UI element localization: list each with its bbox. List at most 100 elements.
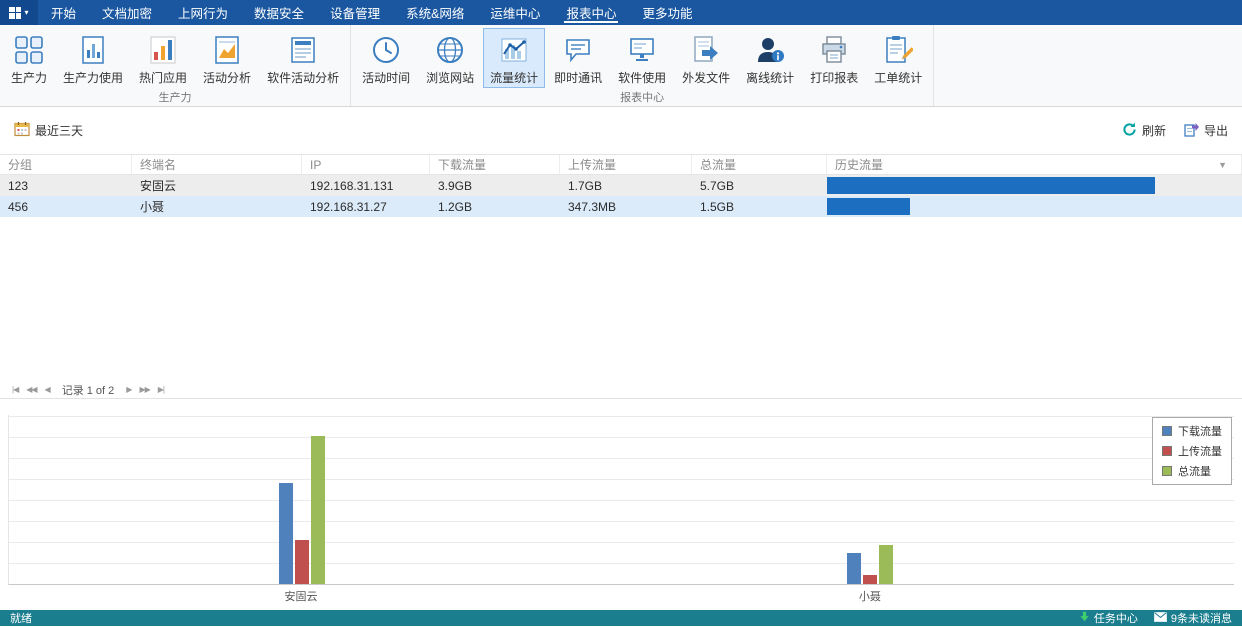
mail-icon	[1154, 612, 1167, 625]
column-header-total[interactable]: 总流量	[692, 155, 827, 174]
date-range-button[interactable]: 最近三天	[14, 121, 83, 140]
legend-label: 总流量	[1178, 463, 1211, 479]
column-menu-button[interactable]: ▼	[1212, 160, 1233, 170]
download-arrow-icon	[1079, 611, 1090, 625]
ribbon-item-offline-statistics[interactable]: 离线统计	[739, 28, 801, 88]
ribbon-item-ticket-statistics[interactable]: 工单统计	[867, 28, 929, 88]
chevron-down-icon: ▾	[24, 9, 28, 17]
activity-analysis-icon	[210, 33, 244, 67]
cell-upload: 347.3MB	[560, 200, 692, 214]
filter-toolbar: 最近三天 刷新 导出	[0, 107, 1242, 154]
refresh-icon	[1122, 122, 1137, 140]
ribbon-item-hot-apps[interactable]: 热门应用	[132, 28, 194, 88]
chart-bar	[879, 545, 893, 584]
history-bar	[827, 177, 1155, 194]
menu-item-device-management[interactable]: 设备管理	[317, 0, 393, 25]
ribbon-item-browse-websites[interactable]: 浏览网站	[419, 28, 481, 88]
table-row[interactable]: 123 安固云 192.168.31.131 3.9GB 1.7GB 5.7GB	[0, 175, 1242, 196]
cell-total: 5.7GB	[692, 179, 827, 193]
main-menu: 开始 文档加密 上网行为 数据安全 设备管理 系统&网络 运维中心 报表中心 更…	[38, 0, 705, 25]
chart-bar	[311, 436, 325, 584]
traffic-chart-icon	[497, 33, 531, 67]
ribbon-item-label: 工单统计	[874, 69, 922, 86]
legend-label: 上传流量	[1178, 443, 1222, 459]
cell-download: 3.9GB	[430, 179, 560, 193]
menu-item-more-features[interactable]: 更多功能	[629, 0, 705, 25]
prev-page-button[interactable]: ◀	[45, 385, 50, 394]
column-header-ip[interactable]: IP	[302, 155, 430, 174]
calendar-icon	[14, 121, 30, 140]
ribbon-item-label: 打印报表	[810, 69, 858, 86]
monitor-icon	[625, 33, 659, 67]
menu-item-doc-encryption[interactable]: 文档加密	[89, 0, 165, 25]
chat-icon	[561, 33, 595, 67]
export-button[interactable]: 导出	[1184, 122, 1228, 140]
record-count-label: 记录 1 of 2	[58, 382, 119, 398]
next-page-button[interactable]: ▶	[126, 385, 131, 394]
chart-bar	[863, 575, 877, 584]
column-header-download[interactable]: 下载流量	[430, 155, 560, 174]
column-header-group[interactable]: 分组	[0, 155, 132, 174]
chart-bar	[279, 483, 293, 584]
clock-icon	[369, 33, 403, 67]
column-header-history[interactable]: 历史流量 ▼	[827, 155, 1242, 174]
chart-bar	[847, 553, 861, 584]
ribbon-group-productivity: 生产力 生产力使用 热门应用 活动分析	[0, 25, 351, 106]
ribbon-group-label: 生产力	[3, 88, 347, 109]
legend-entry: 总流量	[1162, 463, 1222, 479]
last-page-button[interactable]: ▶|	[158, 385, 164, 394]
fast-next-button[interactable]: ▶▶	[139, 385, 149, 394]
bar-group	[847, 415, 893, 584]
ribbon-item-traffic-statistics[interactable]: 流量统计	[483, 28, 545, 88]
refresh-button[interactable]: 刷新	[1122, 122, 1166, 140]
legend-swatch	[1162, 466, 1172, 476]
table-header: 分组 终端名 IP 下载流量 上传流量 总流量 历史流量 ▼	[0, 154, 1242, 175]
ribbon-item-activity-time[interactable]: 活动时间	[355, 28, 417, 88]
ribbon-item-productivity-usage[interactable]: 生产力使用	[56, 28, 130, 88]
export-icon	[1184, 122, 1199, 140]
grid-icon	[12, 33, 46, 67]
menu-item-start[interactable]: 开始	[38, 0, 89, 25]
ribbon-item-instant-messaging[interactable]: 即时通讯	[547, 28, 609, 88]
column-header-upload[interactable]: 上传流量	[560, 155, 692, 174]
task-center-button[interactable]: 任务中心	[1079, 610, 1138, 626]
table-row[interactable]: 456 小聂 192.168.31.27 1.2GB 347.3MB 1.5GB	[0, 196, 1242, 217]
app-menu-button[interactable]: ▾	[0, 0, 38, 25]
ribbon-item-productivity[interactable]: 生产力	[4, 28, 54, 88]
bar-group	[279, 415, 325, 584]
menu-item-web-behavior[interactable]: 上网行为	[165, 0, 241, 25]
legend-swatch	[1162, 446, 1172, 456]
legend-label: 下载流量	[1178, 423, 1222, 439]
cell-download: 1.2GB	[430, 200, 560, 214]
hot-apps-icon	[146, 33, 180, 67]
ribbon-item-print-reports[interactable]: 打印报表	[803, 28, 865, 88]
history-bar	[827, 198, 910, 215]
cell-group: 456	[0, 200, 132, 214]
chart-plot-area: 下载流量 上传流量 总流量	[8, 415, 1234, 585]
top-menubar: ▾ 开始 文档加密 上网行为 数据安全 设备管理 系统&网络 运维中心 报表中心…	[0, 0, 1242, 25]
menu-item-ops-center[interactable]: 运维中心	[477, 0, 553, 25]
menu-item-data-security[interactable]: 数据安全	[241, 0, 317, 25]
menu-item-report-center[interactable]: 报表中心	[553, 0, 629, 25]
unread-messages-button[interactable]: 9条未读消息	[1154, 610, 1232, 626]
first-page-button[interactable]: |◀	[12, 385, 18, 394]
legend-entry: 上传流量	[1162, 443, 1222, 459]
ribbon-item-activity-analysis[interactable]: 活动分析	[196, 28, 258, 88]
fast-prev-button[interactable]: ◀◀	[26, 385, 36, 394]
ribbon-item-outgoing-files[interactable]: 外发文件	[675, 28, 737, 88]
chart-legend: 下载流量 上传流量 总流量	[1152, 417, 1232, 485]
ribbon-item-software-activity-analysis[interactable]: 软件活动分析	[260, 28, 346, 88]
ribbon-item-label: 外发文件	[682, 69, 730, 86]
globe-icon	[433, 33, 467, 67]
x-axis-label: 安固云	[285, 588, 318, 604]
legend-entry: 下载流量	[1162, 423, 1222, 439]
menu-item-system-network[interactable]: 系统&网络	[393, 0, 477, 25]
table-empty-area	[0, 217, 1242, 381]
ribbon-item-software-usage[interactable]: 软件使用	[611, 28, 673, 88]
cell-group: 123	[0, 179, 132, 193]
cell-ip: 192.168.31.27	[302, 200, 430, 214]
date-range-label: 最近三天	[35, 122, 83, 139]
cell-terminal: 小聂	[132, 198, 302, 215]
ticket-icon	[881, 33, 915, 67]
column-header-terminal[interactable]: 终端名	[132, 155, 302, 174]
